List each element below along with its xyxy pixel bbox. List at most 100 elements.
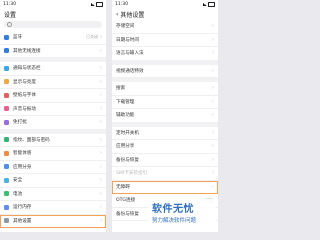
settings-row[interactable]: 蓝牙 已关闭 › [0,31,106,45]
chevron-right-icon: › [100,47,102,54]
settings-row-value: 已关闭 [86,34,98,40]
settings-row[interactable]: 壁纸与字体 › [0,89,106,103]
settings-row[interactable]: 备份与恢复 › [112,154,218,167]
page-title: 设置 [4,11,17,19]
chevron-right-icon: › [212,23,214,30]
settings-row-label: 备份与恢复 [116,157,139,163]
chevron-right-icon: › [212,156,214,163]
settings-row[interactable]: 语言与输入法 › [112,47,218,61]
settings-row[interactable]: 辅助功能 › [112,109,218,123]
watermark-logo: 软件无忧 努力解决软件问题 [148,199,216,227]
settings-row[interactable]: 下载管理 › [112,96,218,109]
settings-row[interactable]: 智能体感 › [0,147,106,161]
settings-row[interactable]: 无障碍 › [112,180,218,194]
chevron-right-icon: › [212,36,214,43]
settings-row-label: 运行内存 [13,205,32,211]
settings-row-label: 应用分享 [116,144,135,150]
settings-row[interactable]: 存储空间 › [112,20,218,34]
settings-row[interactable]: 声音与振动 › [0,103,106,116]
search-icon [7,22,12,27]
setting-icon [4,218,9,224]
watermark-title: 软件无忧 [152,204,194,215]
settings-row[interactable]: 搜索 › [112,82,218,96]
chevron-right-icon: › [100,105,102,112]
settings-row[interactable]: 运行内存 › [0,201,106,215]
chevron-right-icon: › [100,65,102,72]
chevron-right-icon: › [212,112,214,119]
settings-row-label: 辅助功能 [116,113,135,119]
settings-row-label: 显示与亮度 [13,79,36,85]
settings-row-label: 搜索 [116,86,126,92]
setting-icon [4,92,9,98]
settings-row-label: 免打扰 [13,120,27,126]
chevron-right-icon: › [100,119,102,126]
setting-icon [4,191,9,197]
status-time: 11:30 [115,2,128,7]
settings-row[interactable]: 视频通话特效 › [112,65,218,78]
settings-row[interactable]: 安全 › [0,174,106,188]
signal-icon [203,3,207,6]
chevron-right-icon: › [212,129,214,136]
chevron-right-icon: › [212,143,214,150]
settings-row[interactable]: 应用分享 › [112,140,218,154]
settings-row[interactable]: 电池 › [0,188,106,201]
settings-row-label: 定时开关机 [116,130,139,136]
chevron-right-icon: › [212,67,214,74]
setting-icon [4,177,9,183]
settings-row-label: 备份与恢复 [116,211,139,217]
settings-row-label: 无障碍 [116,184,130,190]
status-time: 11:30 [3,2,16,7]
settings-row-label: 壁纸与字体 [13,93,36,99]
setting-icon [4,65,9,71]
watermark-subtitle: 努力解决软件问题 [152,218,197,224]
battery-icon [96,2,103,7]
settings-row[interactable]: 其他设置 › [0,214,106,228]
chevron-right-icon: › [212,183,214,190]
chevron-right-icon: › [212,170,214,177]
settings-row[interactable]: 免打扰 › [0,116,106,130]
chevron-right-icon: › [100,150,102,157]
chevron-right-icon: › [100,78,102,85]
settings-row-label: 存储空间 [116,24,135,30]
battery-icon [208,2,215,7]
chevron-right-icon: › [100,136,102,143]
settings-row[interactable]: SIM卡安装指引 › [112,167,218,181]
settings-row[interactable]: 定时开关机 › [112,127,218,140]
settings-row-label: 下载管理 [116,99,135,105]
settings-row-label: SIM卡安装指引 [116,171,148,177]
settings-row[interactable]: 应用分身 › [0,161,106,174]
settings-row-label: 电池 [13,191,23,197]
settings-row-label: 指纹、面部与密码 [13,137,50,143]
other-settings-screen: 11:30 ‹ 其他设置 存储空间 › 日期与时间 › 语言与输入法 › 视频通话特效 › 搜索… [112,0,218,232]
settings-row-label: OTG连接 [116,198,136,204]
settings-row[interactable]: 日期与时间 › [112,34,218,47]
settings-row-label: 其他设置 [13,218,32,224]
search-input[interactable] [4,21,102,28]
setting-icon [4,164,9,170]
settings-row[interactable]: 其他无线连接 › [0,45,106,58]
page-title-bar: 设置 [0,8,106,20]
setting-icon [4,106,9,112]
signal-icon [91,3,95,6]
chevron-right-icon: › [212,98,214,105]
page-title-bar: ‹ 其他设置 [112,8,218,20]
back-arrow-icon[interactable]: ‹ [116,11,118,18]
chevron-right-icon: › [100,190,102,197]
settings-screen: 11:30 设置 蓝牙 已关闭 › 其他无线连接 › 通知与状态栏 › 显示与亮度 › 壁纸与字体… [0,0,106,232]
settings-row[interactable]: 显示与亮度 › [0,76,106,89]
other-settings-list: 存储空间 › 日期与时间 › 语言与输入法 › 视频通话特效 › 搜索 › 下载管理 › 辅助功能 › 定时… [112,20,218,221]
settings-row[interactable]: 指纹、面部与密码 › [0,134,106,147]
status-bar: 11:30 [112,0,218,8]
chevron-right-icon: › [100,177,102,184]
chevron-right-icon: › [100,34,102,41]
chevron-right-icon: › [100,204,102,211]
settings-row-label: 其他无线连接 [13,48,41,54]
setting-icon [4,79,9,85]
chevron-right-icon: › [212,85,214,92]
chevron-right-icon: › [212,50,214,57]
settings-row-label: 安全 [13,178,23,184]
setting-icon [4,204,9,210]
settings-row[interactable]: 通知与状态栏 › [0,62,106,76]
status-bar: 11:30 [0,0,106,8]
settings-row-label: 智能体感 [13,151,32,157]
